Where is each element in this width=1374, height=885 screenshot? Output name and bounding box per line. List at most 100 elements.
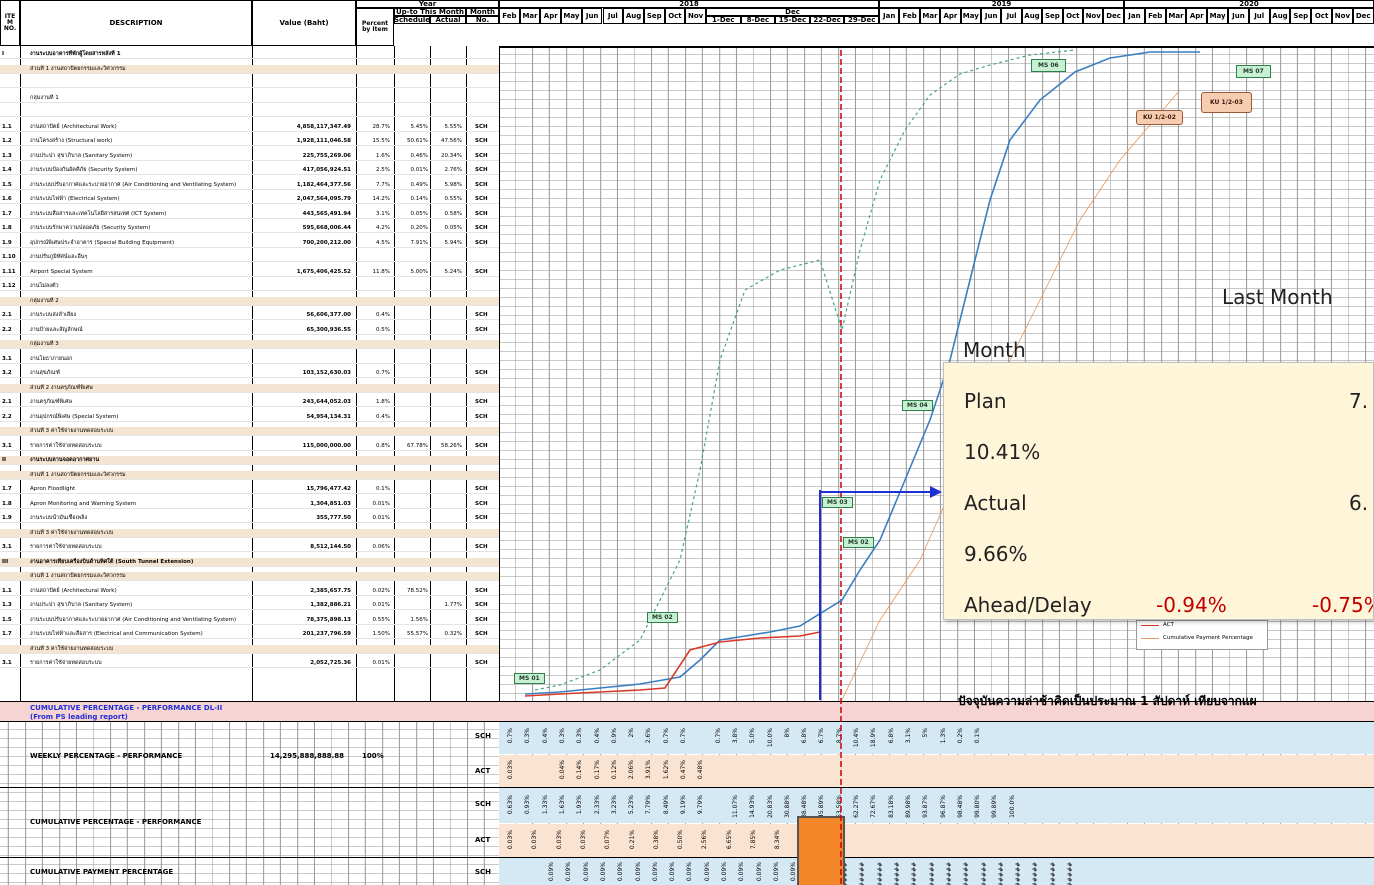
row-desc: งานระบบปรับอากาศและระบายอากาศ (Air Condi… (30, 616, 237, 623)
row-no: 1.8 (2, 225, 12, 231)
cum-act-value: 0.50% (677, 830, 685, 850)
table-row: 1.8 Apron Monitoring and Warning System 1,… (0, 500, 499, 509)
row-no: 2.2 (2, 413, 12, 420)
header-value: Value (Baht) (252, 0, 356, 46)
row-no: 3.2 (2, 370, 12, 376)
month-2019-apr: Apr (940, 8, 961, 24)
row-desc: ส่วนที่ 1 งานสถาปัตยกรรมและวิศวกรรม (30, 471, 126, 478)
legend-payment-label: Cumulative Payment Percentage (1163, 635, 1253, 641)
row-no: 1.7 (2, 631, 12, 637)
row-desc: งานระบบส่งลำเลียง (30, 312, 77, 318)
row-act: 5.24% (444, 268, 462, 275)
table-row: ส่วนที่ 1 งานสถาปัตยกรรมและวิศวกรรม (0, 64, 499, 74)
row-tag: SCH (475, 123, 488, 130)
row-no: 1.3 (2, 602, 12, 608)
row-val: 417,056,924.51 (302, 167, 351, 173)
row-tag: SCH (475, 138, 488, 144)
row-pct: 11.8% (372, 268, 390, 275)
milestone-ms02-b: MS 02 (843, 537, 874, 548)
row-no: 1.6 (2, 196, 12, 202)
month-2019-aug: Aug (1021, 8, 1043, 24)
row-desc: งานระบบป้องกันอัคคีภัย (Security System) (30, 167, 138, 173)
weekly-sch-value: 6.7% (818, 728, 826, 744)
spreadsheet: ITE M NO. DESCRIPTION Value (Baht) Perce… (0, 0, 1374, 885)
cum-act-value: 0.03% (579, 830, 587, 850)
row-sch: 50.61% (407, 138, 428, 144)
weekly-sch-value: 5.0% (749, 728, 757, 744)
row-no: 3.1 (2, 355, 12, 362)
table-row: 2.2 งานอุปกรณ์พิเศษ (Special System) 54,95… (0, 413, 499, 422)
row-desc: ส่วนที่ 2 งานครุภัณฑ์พิเศษ (30, 384, 93, 391)
row-act: 47.56% (441, 138, 462, 144)
header-month: Month (466, 8, 499, 16)
row-no: 1.8 (2, 500, 12, 507)
table-row (0, 79, 499, 88)
weekly-sch-value: 3.8% (731, 728, 739, 744)
cum-sch-value: 72.67% (870, 795, 878, 818)
cum-sch-value: 1.33% (541, 795, 549, 815)
row-pct: 1.8% (376, 399, 390, 405)
ahead-delay-right-value: -0.75% (1312, 593, 1373, 617)
table-row: 3.1 รายการค่าใช้จ่ายทดสอบระบบ 115,000,000.… (0, 442, 499, 451)
cum-act-value: 0.03% (555, 830, 563, 850)
dec-week-3: 15-Dec (775, 16, 810, 24)
table-row: 1.11 Airport Special System 1,675,406,425.… (0, 268, 499, 277)
row-val: 443,565,491.94 (302, 210, 351, 217)
row-desc: งานครุภัณฑ์พิเศษ (30, 399, 73, 405)
pay-sch-value: 0.09% (703, 862, 711, 882)
delay-note: ปัจจุบันความล่าช้าคิดเป็นประมาณ 1 สัปดาห… (958, 694, 1257, 708)
pay-sch-value: ##### (1032, 862, 1040, 885)
pay-sch-tag: SCH (475, 868, 492, 876)
month-2019-dec: Dec (1103, 8, 1124, 24)
row-val: 1,182,464,377.56 (296, 181, 351, 188)
weekly-sch-value: 18.9% (870, 728, 878, 748)
month-2020-jun: Jun (1228, 8, 1249, 24)
row-no: 1.10 (2, 254, 16, 260)
plan-label: Plan (964, 389, 1007, 413)
month-2020-jan: Jan (1124, 8, 1145, 24)
cum-sch-value: 96.87% (939, 795, 947, 818)
row-val: 56,606,377.00 (306, 312, 351, 318)
row-tag: SCH (475, 196, 488, 202)
row-desc: งานโครงสร้าง (Structural work) (30, 138, 113, 144)
row-act: 5.98% (444, 181, 462, 188)
row-no: 1.7 (2, 486, 12, 492)
row-sch: 0.01% (410, 167, 428, 173)
cum-sch-value: 100.0% (1008, 795, 1016, 818)
cum-sch-value: 11.07% (731, 795, 739, 818)
row-desc: งานสถาปัตย์ (Architectural Work) (30, 587, 117, 594)
row-act: 5.55% (444, 123, 462, 130)
weekly-act-value: 0.14% (576, 760, 584, 780)
month-2020-sep: Sep (1290, 8, 1312, 24)
pay-sch-value: 0.09% (617, 862, 625, 882)
row-val: 355,777.50 (316, 515, 351, 521)
row-tag: SCH (475, 515, 488, 521)
current-week-highlight (797, 816, 845, 885)
header-schedule: Schedule (394, 16, 430, 24)
table-row: 2.1 งานครุภัณฑ์พิเศษ 243,644,052.03 1.8% SCH (0, 398, 499, 407)
weekly-sch-value: 10.4% (853, 728, 860, 748)
weekly-sch-value: 0.7% (662, 728, 670, 744)
weekly-sch-value: 0.4% (593, 728, 601, 744)
weekly-act-value: 1.62% (662, 760, 670, 780)
row-desc: ส่วนที่ 3 ค่าใช้จ่ายงานทดสอบระบบ (30, 428, 114, 434)
pay-sch-value: 0.09% (669, 862, 677, 882)
month-2018-feb: Feb (499, 8, 520, 24)
header-percent: Percent by Item (356, 8, 394, 46)
row-desc: รายการค่าใช้จ่ายทดสอบระบบ (30, 442, 102, 449)
row-sch: 5.45% (410, 123, 428, 130)
cum-act-value: 7.85% (750, 830, 757, 850)
plan-value: 10.41% (964, 440, 1041, 464)
cum-act-value: 0.21% (628, 830, 636, 850)
row-val: 2,052,725.36 (310, 660, 351, 666)
month-2019-may: May (960, 8, 981, 24)
header-actual: Actual (430, 16, 466, 24)
row-tag: SCH (475, 181, 488, 188)
month-2019-oct: Oct (1062, 8, 1083, 24)
row-pct: 0.01% (372, 602, 390, 608)
item-table: I งานระบบอาคารที่พักผู้โดยสารหลังที่ 1 ส่ว… (0, 46, 500, 701)
row-act: 0.05% (444, 225, 462, 231)
row-no: 1.1 (2, 587, 12, 594)
row-act: 0.58% (444, 210, 462, 217)
last-month-label: Last Month (1222, 285, 1333, 309)
